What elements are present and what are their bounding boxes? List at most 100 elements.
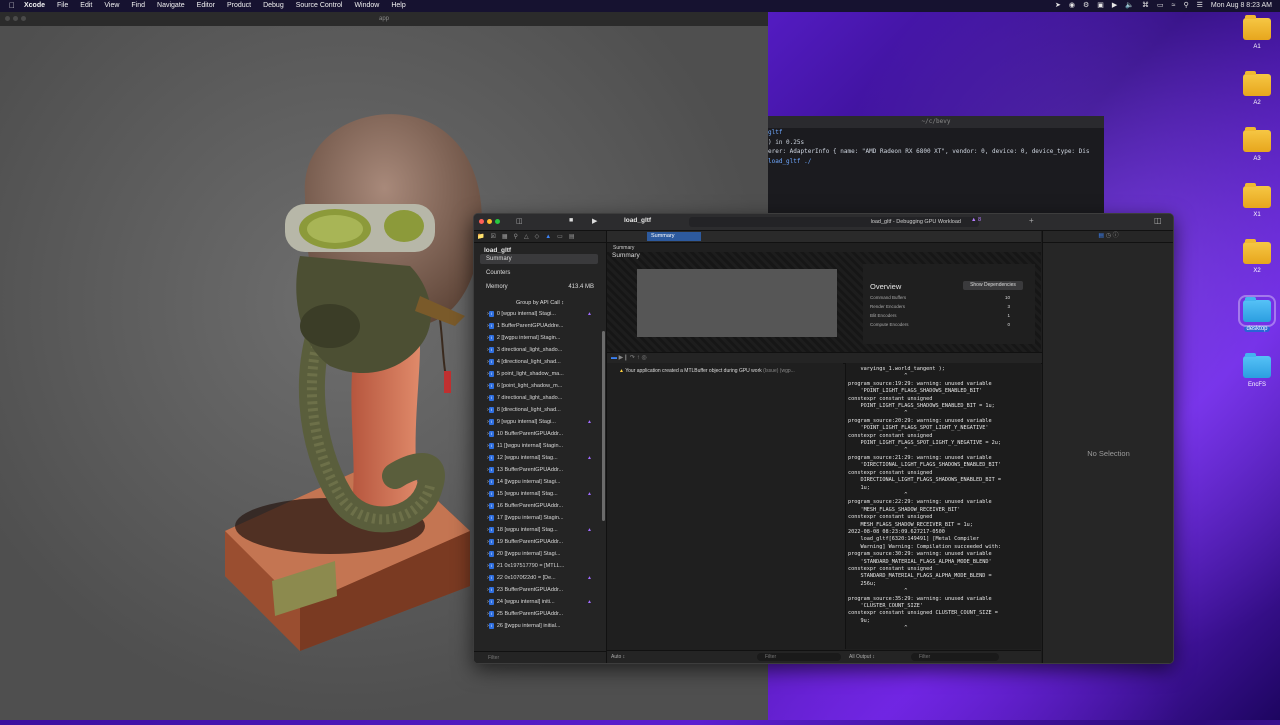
desktop-folder-a1[interactable]: A1 [1240, 15, 1274, 50]
console-toggle-icon[interactable]: ▬ [611, 355, 617, 361]
navigator-filter-field[interactable]: Filter [474, 651, 606, 663]
api-call-item[interactable]: › I 26 [[wgpu internal] initial... [474, 620, 606, 632]
menu-window[interactable]: Window [354, 0, 379, 12]
menu-clock[interactable]: Mon Aug 8 8:23 AM [1211, 0, 1272, 12]
zoom-button[interactable] [495, 219, 500, 224]
tab-summary[interactable]: Summary [647, 232, 701, 241]
nav-counters[interactable]: Counters [474, 264, 606, 278]
api-call-item[interactable]: › I8 [directional_light_shad... [474, 404, 606, 416]
menu-debug[interactable]: Debug [263, 0, 284, 12]
api-call-item[interactable]: › I 16 BufferParentGPUAddr... [474, 500, 606, 512]
api-call-item[interactable]: › I 21 0x197517790 = [MTLL... [474, 560, 606, 572]
menu-view[interactable]: View [104, 0, 119, 12]
location-icon[interactable]: ➤ [1055, 0, 1061, 12]
battery-icon[interactable]: ▭ [1157, 0, 1164, 12]
console-filter-field[interactable]: Filter [911, 653, 999, 661]
report-icon[interactable]: ▤ [569, 233, 575, 240]
help-icon[interactable]: ⓘ [1113, 233, 1119, 239]
play-icon[interactable]: ▶ [1112, 0, 1117, 12]
output-select[interactable]: All Output ↕ [849, 651, 875, 663]
volume-icon[interactable]: 🔈 [1125, 0, 1134, 12]
auto-select[interactable]: Auto ↕ [611, 651, 625, 663]
api-call-item[interactable]: › I 13 BufferParentGPUAddr... [474, 464, 606, 476]
desktop-folder-desktop[interactable]: desktop [1238, 295, 1276, 332]
api-call-item[interactable]: › I5 point_light_shadow_ma... [474, 368, 606, 380]
source-control-icon[interactable]: ☒ [490, 233, 495, 240]
sidebar-toggle-icon[interactable]: ◫ [516, 217, 523, 225]
gear-icon[interactable]: ⚙ [1083, 0, 1089, 12]
api-call-item[interactable]: › I1 BufferParentGPUAddre... [474, 320, 606, 332]
search-icon[interactable]: ⚲ [514, 233, 518, 240]
api-call-item[interactable]: › I 18 [wgpu internal] Stag... ▲ [474, 524, 606, 536]
group-by-select[interactable]: Group by API Call ↕ [474, 300, 606, 306]
nav-memory[interactable]: Memory 413.4 MB [474, 278, 606, 292]
api-call-item[interactable]: › I0 [wgpu internal] Stagi... ▲ [474, 308, 606, 320]
scheme-title[interactable]: load_gltf [624, 217, 651, 224]
file-inspector-icon[interactable]: ▤ [1098, 233, 1104, 239]
api-call-item[interactable]: › I9 [wgpu internal] Stagi... ▲ [474, 416, 606, 428]
api-call-item[interactable]: › I 11 [[wgpu internal] Stagin... [474, 440, 606, 452]
desktop-folder-x1[interactable]: X1 [1240, 183, 1274, 218]
history-icon[interactable]: ◷ [1106, 233, 1111, 239]
menu-source-control[interactable]: Source Control [296, 0, 343, 12]
test-icon[interactable]: ◇ [535, 233, 540, 240]
close-button[interactable] [5, 16, 10, 21]
api-call-item[interactable]: › I 25 BufferParentGPUAddr... [474, 608, 606, 620]
display-icon[interactable]: ▣ [1097, 0, 1104, 12]
zoom-button[interactable] [21, 16, 26, 21]
step-out-icon[interactable]: ↑ [637, 355, 640, 361]
desktop-folder-a3[interactable]: A3 [1240, 127, 1274, 162]
variables-filter-field[interactable]: Filter [757, 653, 841, 661]
menu-edit[interactable]: Edit [80, 0, 92, 12]
console-output[interactable]: varyings_1.world_tangent ); ^ program_sou… [845, 363, 1041, 649]
gpu-capture-icon[interactable]: ◎ [641, 355, 646, 361]
menu-product[interactable]: Product [227, 0, 251, 12]
folder-icon[interactable]: 📁 [477, 233, 484, 240]
api-call-item[interactable]: › I4 [directional_light_shad... [474, 356, 606, 368]
terminal-window[interactable]: ~/c/bevy gltf) in 0.25s erer: AdapterInfo… [768, 116, 1104, 216]
api-call-item[interactable]: › I 20 [[wgpu internal] Stagi... [474, 548, 606, 560]
run-icon[interactable]: ▶ [592, 217, 597, 225]
breakpoint-icon[interactable]: ▭ [557, 233, 563, 240]
menu-editor[interactable]: Editor [197, 0, 215, 12]
issue-icon[interactable]: △ [524, 233, 529, 240]
desktop-folder-x2[interactable]: X2 [1240, 239, 1274, 274]
navigator-scrollbar[interactable] [602, 331, 605, 521]
navigator-root[interactable]: load_gltf [474, 243, 606, 254]
api-call-item[interactable]: › I 23 BufferParentGPUAddr... [474, 584, 606, 596]
api-call-item[interactable]: › I7 directional_light_shado... [474, 392, 606, 404]
continue-icon[interactable]: ▶❙ [619, 355, 629, 361]
debug-icon[interactable]: ▲ [545, 234, 551, 240]
status-icon[interactable]: ◉ [1069, 0, 1075, 12]
api-call-item[interactable]: › I 22 0x1070f22d0 = [De... ▲ [474, 572, 606, 584]
api-call-item[interactable]: › I 14 [[wgpu internal] Stagi... [474, 476, 606, 488]
api-call-item[interactable]: › I 10 BufferParentGPUAddr... [474, 428, 606, 440]
desktop-folder-a2[interactable]: A2 [1240, 71, 1274, 106]
api-call-item[interactable]: › I3 directional_light_shado... [474, 344, 606, 356]
minimize-button[interactable] [13, 16, 18, 21]
api-call-item[interactable]: › I 15 [wgpu internal] Stag... ▲ [474, 488, 606, 500]
api-call-item[interactable]: › I 24 [wgpu internal] initi... ▲ [474, 596, 606, 608]
api-call-item[interactable]: › I 12 [wgpu internal] Stag... ▲ [474, 452, 606, 464]
wifi-icon[interactable]: ≈ [1172, 0, 1176, 12]
stop-icon[interactable]: ■ [569, 217, 573, 224]
symbol-icon[interactable]: ▦ [502, 233, 508, 240]
warning-badge[interactable]: ▲ 8 [971, 217, 981, 223]
menu-find[interactable]: Find [131, 0, 145, 12]
api-call-item[interactable]: › I6 [point_light_shadow_m... [474, 380, 606, 392]
show-dependencies-button[interactable]: Show Dependencies [963, 281, 1023, 290]
step-icon[interactable]: ↷ [630, 355, 635, 361]
apple-menu-icon[interactable]:  [6, 0, 18, 12]
menu-navigate[interactable]: Navigate [157, 0, 185, 12]
api-call-item[interactable]: › I2 [[wgpu internal] Stagin... [474, 332, 606, 344]
minimize-button[interactable] [487, 219, 492, 224]
api-call-item[interactable]: › I 19 BufferParentGPUAddr... [474, 536, 606, 548]
bluetooth-icon[interactable]: ⌘ [1142, 0, 1149, 12]
close-button[interactable] [479, 219, 484, 224]
desktop-folder-encfs[interactable]: EncFS [1240, 353, 1274, 388]
issue-row[interactable]: ▲ Your application created a MTLBuffer o… [607, 363, 843, 374]
menu-app[interactable]: Xcode [24, 0, 45, 12]
frame-preview[interactable] [637, 269, 837, 337]
menu-help[interactable]: Help [391, 0, 405, 12]
menu-file[interactable]: File [57, 0, 68, 12]
